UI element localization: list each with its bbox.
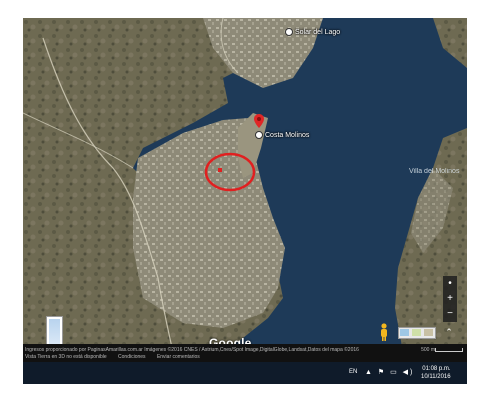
place-marker-icon [285, 28, 293, 36]
clock-time: 01:08 p.m. [422, 366, 451, 372]
footer-link-conditions[interactable]: Condiciones [118, 354, 146, 360]
place-label-solar-del-lago[interactable]: Solar del Lago [285, 28, 340, 36]
place-label-villa[interactable]: Villa del Molinos [409, 168, 459, 175]
expand-imagery-button[interactable]: ⌃ [443, 326, 455, 338]
zoom-out-button[interactable]: − [443, 306, 457, 321]
system-tray-icons[interactable]: ▲ ⚑ ▭ ◀) [365, 368, 414, 376]
location-pin-icon[interactable] [254, 114, 264, 128]
map-footer: Ingresos proporcionado por PaginasAmaril… [23, 344, 467, 362]
footer-link-feedback[interactable]: Enviar comentarios [157, 354, 200, 360]
zoom-control: • + − [443, 276, 457, 322]
map-view[interactable]: Solar del Lago Costa Molinos Villa del M… [23, 18, 467, 352]
place-label-costa-molinos[interactable]: Costa Molinos [255, 131, 309, 139]
scale-label: 500 m [421, 347, 435, 353]
footer-links: Vista Tierra en 3D no está disponible Co… [25, 354, 210, 360]
scale-bar [435, 348, 463, 352]
clock-date: 10/11/2016 [421, 374, 451, 380]
pegman-icon[interactable] [379, 323, 389, 341]
compass-icon[interactable]: • [443, 276, 457, 291]
language-indicator[interactable]: EN [349, 369, 357, 375]
windows-taskbar: EN ▲ ⚑ ▭ ◀) 01:08 p.m. 10/11/2016 [23, 362, 467, 384]
attribution-text: Ingresos proporcionado por PaginasAmaril… [25, 347, 359, 353]
place-marker-icon [255, 131, 263, 139]
zoom-in-button[interactable]: + [443, 291, 457, 306]
footer-link-3d[interactable]: Vista Tierra en 3D no está disponible [25, 354, 107, 360]
map-layers-thumbnails[interactable] [398, 327, 436, 339]
taskbar-clock[interactable]: 01:08 p.m. 10/11/2016 [421, 365, 451, 381]
satellite-imagery[interactable] [23, 18, 467, 352]
